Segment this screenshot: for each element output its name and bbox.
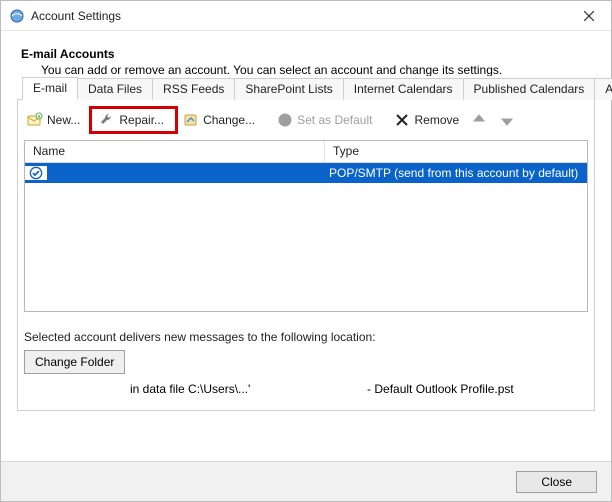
- section-title: E-mail Accounts: [21, 47, 595, 61]
- app-icon: [9, 8, 25, 24]
- tabstrip: E-mail Data Files RSS Feeds SharePoint L…: [18, 76, 594, 100]
- wrench-icon: [99, 112, 115, 128]
- tab-address-books[interactable]: Address Books: [594, 78, 612, 100]
- tab-published-calendars[interactable]: Published Calendars: [463, 78, 596, 100]
- tab-label: E-mail: [33, 81, 67, 95]
- button-label: Change Folder: [35, 355, 114, 369]
- move-up-button: [468, 109, 494, 131]
- toolbar: ★ New... Repair... Ch: [18, 100, 594, 140]
- path-left: in data file C:\Users\...': [130, 382, 250, 396]
- window-title: Account Settings: [31, 9, 121, 23]
- check-circle-icon: [277, 112, 293, 128]
- change-icon: [183, 112, 199, 128]
- new-mail-icon: ★: [27, 112, 43, 128]
- toolbar-label: Remove: [414, 113, 459, 127]
- set-default-button: Set as Default: [274, 109, 379, 131]
- remove-button[interactable]: Remove: [391, 109, 466, 131]
- delivery-path: in data file C:\Users\...' - Default Out…: [130, 382, 588, 396]
- toolbar-label: Repair...: [119, 113, 164, 127]
- tab-label: Published Calendars: [474, 82, 585, 96]
- toolbar-label: New...: [47, 113, 80, 127]
- account-list[interactable]: Name Type POP/SMTP (send from this accou…: [24, 140, 588, 312]
- move-down-button: [496, 109, 522, 131]
- arrow-up-icon: [471, 112, 487, 128]
- toolbar-label: Change...: [203, 113, 255, 127]
- repair-button[interactable]: Repair...: [96, 109, 171, 131]
- tab-label: RSS Feeds: [163, 82, 224, 96]
- default-account-icon: [25, 166, 47, 180]
- button-label: Close: [541, 475, 572, 489]
- titlebar: Account Settings: [1, 1, 611, 31]
- remove-x-icon: [394, 112, 410, 128]
- column-header-type[interactable]: Type: [325, 141, 587, 162]
- tab-data-files[interactable]: Data Files: [77, 78, 153, 100]
- dialog-footer: Close: [1, 461, 611, 501]
- table-row[interactable]: POP/SMTP (send from this account by defa…: [25, 163, 587, 183]
- close-button[interactable]: Close: [516, 471, 597, 493]
- list-header: Name Type: [25, 141, 587, 163]
- tab-label: Internet Calendars: [354, 82, 453, 96]
- tab-label: SharePoint Lists: [245, 82, 332, 96]
- close-window-button[interactable]: [566, 1, 611, 31]
- section-description: You can add or remove an account. You ca…: [41, 63, 595, 77]
- repair-highlight: Repair...: [89, 106, 178, 134]
- delivery-location-label: Selected account delivers new messages t…: [24, 330, 588, 344]
- close-icon: [584, 11, 594, 21]
- tab-label: Address Books: [605, 82, 612, 96]
- tab-email[interactable]: E-mail: [22, 77, 78, 100]
- toolbar-label: Set as Default: [297, 113, 372, 127]
- tab-label: Data Files: [88, 82, 142, 96]
- tab-sharepoint-lists[interactable]: SharePoint Lists: [234, 78, 343, 100]
- tab-internet-calendars[interactable]: Internet Calendars: [343, 78, 464, 100]
- column-header-name[interactable]: Name: [25, 141, 325, 162]
- change-folder-button[interactable]: Change Folder: [24, 350, 125, 374]
- tab-panel: E-mail Data Files RSS Feeds SharePoint L…: [17, 99, 595, 411]
- tab-rss-feeds[interactable]: RSS Feeds: [152, 78, 235, 100]
- row-type-cell: POP/SMTP (send from this account by defa…: [325, 166, 587, 180]
- change-button[interactable]: Change...: [180, 109, 262, 131]
- arrow-down-icon: [499, 112, 515, 128]
- svg-text:★: ★: [37, 114, 42, 120]
- path-right: - Default Outlook Profile.pst: [367, 382, 514, 396]
- new-button[interactable]: ★ New...: [24, 109, 87, 131]
